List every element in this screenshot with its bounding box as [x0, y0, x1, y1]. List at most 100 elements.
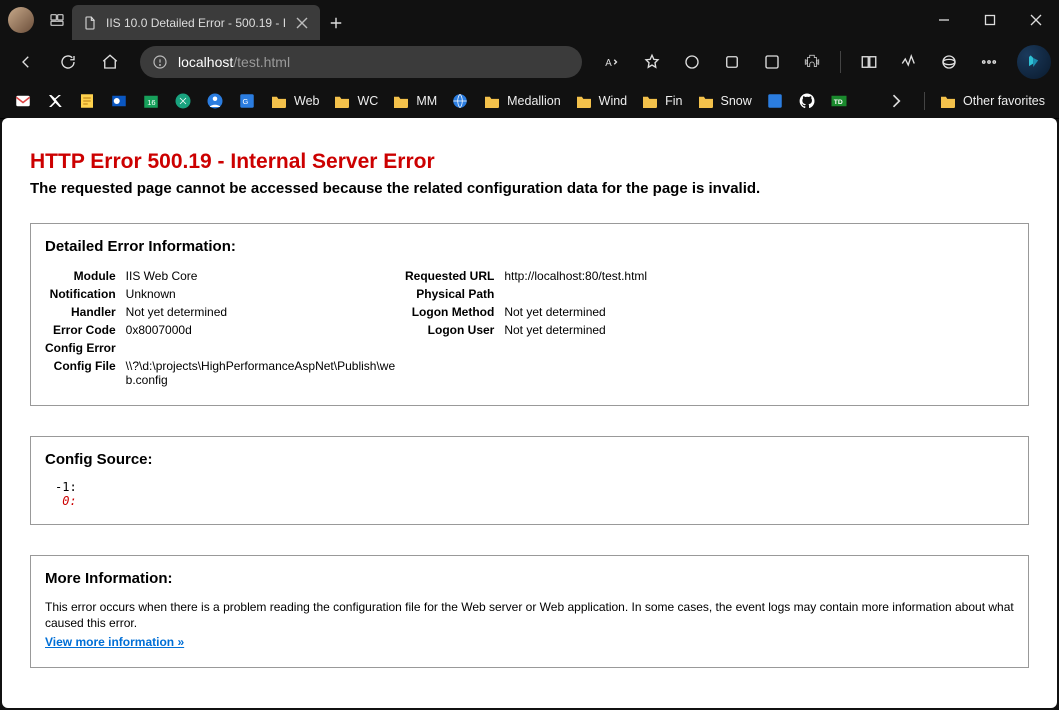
bookmark-account[interactable]: [206, 92, 224, 110]
detail-key: Notification: [45, 285, 126, 303]
bookmark-gmail[interactable]: [14, 92, 32, 110]
bookmark-folder-snow[interactable]: Snow: [697, 92, 752, 110]
bookmark-folder-wind[interactable]: Wind: [575, 92, 627, 110]
split-screen-icon[interactable]: [851, 44, 887, 80]
bookmark-folder-fin[interactable]: Fin: [641, 92, 682, 110]
folder-icon: [483, 92, 501, 110]
url-host: localhost: [178, 54, 233, 70]
config-source-content: -1: 0:: [55, 480, 1014, 508]
browser-toolbar: localhost/test.html A: [0, 40, 1059, 84]
bookmark-chatgpt[interactable]: [174, 92, 192, 110]
window-controls: [921, 0, 1059, 40]
profile-avatar[interactable]: [8, 7, 34, 33]
detail-row: HandlerNot yet determined: [45, 303, 405, 321]
other-favorites-label: Other favorites: [963, 94, 1045, 108]
browser-tab[interactable]: IIS 10.0 Detailed Error - 500.19 - I: [72, 5, 320, 40]
bookmark-folder-mm[interactable]: MM: [392, 92, 437, 110]
detail-key: Handler: [45, 303, 126, 321]
url-path: /test.html: [233, 54, 290, 70]
bookmark-folder-wc[interactable]: WC: [333, 92, 378, 110]
extensions-icon[interactable]: [794, 44, 830, 80]
detail-row: Config File\\?\d:\projects\HighPerforman…: [45, 357, 405, 389]
folder-icon: [392, 92, 410, 110]
ext2-icon[interactable]: [714, 44, 750, 80]
svg-text:TD: TD: [834, 99, 843, 106]
bookmark-notes[interactable]: [78, 92, 96, 110]
globe-icon: [451, 92, 469, 110]
read-aloud-icon[interactable]: A: [594, 44, 630, 80]
detailed-error-panel: Detailed Error Information: ModuleIIS We…: [30, 223, 1029, 406]
more-information-heading: More Information:: [45, 570, 1014, 587]
more-icon[interactable]: [971, 44, 1007, 80]
detail-key: Logon User: [405, 321, 504, 339]
bookmark-label: Wind: [599, 94, 627, 108]
detail-value: IIS Web Core: [126, 267, 405, 285]
refresh-button[interactable]: [50, 44, 86, 80]
bookmark-label: Web: [294, 94, 319, 108]
bookmark-label: WC: [357, 94, 378, 108]
config-source-panel: Config Source: -1: 0:: [30, 436, 1029, 525]
svg-text:G: G: [243, 97, 249, 106]
error-title: HTTP Error 500.19 - Internal Server Erro…: [30, 150, 1029, 174]
folder-icon: [333, 92, 351, 110]
bookmark-outlook[interactable]: [110, 92, 128, 110]
bookmark-calendar[interactable]: 16: [142, 92, 160, 110]
page-viewport: HTTP Error 500.19 - Internal Server Erro…: [2, 118, 1057, 708]
bookmark-github[interactable]: [798, 92, 816, 110]
workspaces-icon[interactable]: [42, 0, 72, 40]
detail-row: Requested URLhttp://localhost:80/test.ht…: [405, 267, 647, 285]
detail-row: NotificationUnknown: [45, 285, 405, 303]
ext1-icon[interactable]: [674, 44, 710, 80]
folder-icon: [641, 92, 659, 110]
home-button[interactable]: [92, 44, 128, 80]
other-favorites[interactable]: Other favorites: [939, 92, 1045, 110]
bookmark-td[interactable]: TD: [830, 92, 848, 110]
detail-row: Logon UserNot yet determined: [405, 321, 647, 339]
detail-row: Logon MethodNot yet determined: [405, 303, 647, 321]
folder-icon: [270, 92, 288, 110]
view-more-link[interactable]: View more information »: [45, 635, 184, 649]
bookmark-folder-medallion[interactable]: Medallion: [483, 92, 561, 110]
detail-key: Requested URL: [405, 267, 504, 285]
bookmark-globe[interactable]: [451, 92, 469, 110]
address-bar[interactable]: localhost/test.html: [140, 46, 582, 78]
detail-row: Config Error: [45, 339, 405, 357]
detail-value: [504, 285, 647, 303]
bookmark-misc1[interactable]: [766, 92, 784, 110]
detail-value: Not yet determined: [504, 303, 647, 321]
ie-mode-icon[interactable]: [931, 44, 967, 80]
minimize-button[interactable]: [921, 0, 967, 40]
maximize-button[interactable]: [967, 0, 1013, 40]
new-tab-button[interactable]: [320, 6, 352, 40]
gmail-icon: [14, 92, 32, 110]
translate-icon[interactable]: [754, 44, 790, 80]
close-window-button[interactable]: [1013, 0, 1059, 40]
bookmark-translate[interactable]: G: [238, 92, 256, 110]
detail-value: [126, 339, 405, 357]
favorite-icon[interactable]: [634, 44, 670, 80]
detail-key: Physical Path: [405, 285, 504, 303]
back-button[interactable]: [8, 44, 44, 80]
close-tab-icon[interactable]: [294, 15, 310, 31]
copilot-button[interactable]: [1017, 45, 1051, 79]
github-icon: [798, 92, 816, 110]
performance-icon[interactable]: [891, 44, 927, 80]
detail-row: Error Code0x8007000d: [45, 321, 405, 339]
detail-key: Logon Method: [405, 303, 504, 321]
detail-value: Unknown: [126, 285, 405, 303]
bookmarks-bar: 16 G Web WC MM Medallion Wind Fin Snow TD Othe…: [0, 84, 1059, 119]
bookmarks-overflow-icon[interactable]: [886, 91, 906, 111]
tab-title: IIS 10.0 Detailed Error - 500.19 - I: [106, 16, 286, 30]
config-source-heading: Config Source:: [45, 451, 1014, 468]
more-information-panel: More Information: This error occurs when…: [30, 555, 1029, 668]
svg-text:16: 16: [147, 98, 155, 107]
detail-value: \\?\d:\projects\HighPerformanceAspNet\Pu…: [126, 357, 405, 389]
bookmark-label: Snow: [721, 94, 752, 108]
detailed-error-heading: Detailed Error Information:: [45, 238, 1014, 255]
detail-key: Config Error: [45, 339, 126, 357]
bookmark-folder-web[interactable]: Web: [270, 92, 319, 110]
detail-row: Physical Path: [405, 285, 647, 303]
svg-text:A: A: [605, 58, 612, 69]
bookmark-x[interactable]: [46, 92, 64, 110]
title-bar: IIS 10.0 Detailed Error - 500.19 - I: [0, 0, 1059, 40]
